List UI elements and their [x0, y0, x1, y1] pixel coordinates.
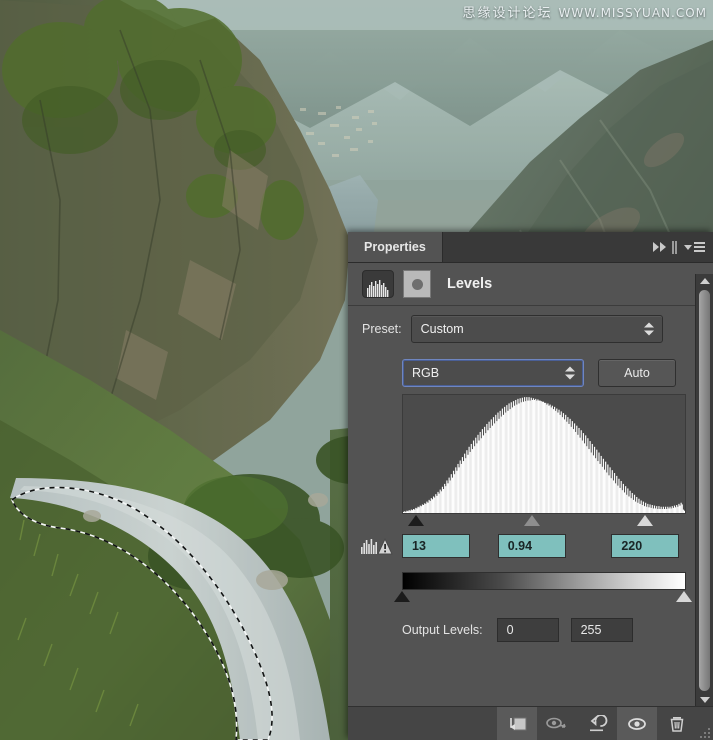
toggle-previous-state-button[interactable]	[537, 707, 577, 740]
stepper-arrows-icon	[565, 366, 575, 380]
histogram-chart[interactable]	[402, 394, 686, 514]
reset-adjustment-button[interactable]	[577, 707, 617, 740]
input-level-sliders	[402, 514, 684, 530]
toggle-visibility-button[interactable]	[617, 707, 657, 740]
scroll-up-arrow-icon[interactable]	[696, 274, 713, 288]
photoshop-screenshot: 思缘设计论坛 WWW.MISSYUAN.COM Properties Level…	[0, 0, 713, 740]
input-shadow-slider[interactable]	[408, 515, 425, 526]
channel-select[interactable]: RGB	[402, 359, 584, 387]
channel-row: RGB Auto	[348, 352, 713, 394]
layer-mask-thumbnail-icon[interactable]	[403, 270, 431, 298]
watermark: 思缘设计论坛 WWW.MISSYUAN.COM	[463, 2, 707, 21]
adjustment-title-row: Levels	[348, 263, 713, 306]
watermark-chinese: 思缘设计论坛	[462, 6, 553, 21]
panel-menu-icon[interactable]	[684, 242, 705, 252]
clip-to-layer-button[interactable]	[497, 707, 537, 740]
auto-button-label: Auto	[624, 366, 650, 380]
output-gradient-area	[394, 572, 692, 606]
auto-button[interactable]: Auto	[598, 359, 676, 387]
output-levels-label: Output Levels:	[402, 623, 483, 637]
preset-select[interactable]: Custom	[410, 315, 663, 343]
input-highlight-slider[interactable]	[637, 515, 654, 526]
panel-scrollbar[interactable]	[695, 274, 713, 707]
delete-adjustment-button[interactable]	[657, 707, 697, 740]
output-black-slider[interactable]	[394, 591, 410, 602]
double-chevron-right-icon[interactable]	[653, 242, 666, 252]
histogram-area	[402, 394, 686, 514]
output-white-slider[interactable]	[676, 591, 692, 602]
preset-label: Preset:	[362, 322, 402, 336]
panel-bottom-bar	[348, 706, 713, 740]
preset-row: Preset: Custom	[348, 306, 713, 352]
preset-value: Custom	[420, 322, 464, 336]
panel-grip-icon	[672, 240, 674, 254]
output-gradient-bar	[402, 572, 686, 590]
panel-body: Preset: Custom RGB Auto 13 0.94 220 Outp…	[348, 306, 713, 709]
output-level-sliders	[394, 590, 692, 606]
tab-properties-label: Properties	[364, 240, 426, 254]
input-highlight-field[interactable]: 220	[611, 534, 680, 558]
output-white-field[interactable]: 255	[570, 618, 633, 642]
levels-histogram-icon[interactable]	[362, 270, 394, 298]
tab-properties[interactable]: Properties	[348, 232, 443, 262]
histogram-clipping-warning-icon[interactable]	[360, 536, 396, 558]
scrollbar-thumb[interactable]	[699, 290, 710, 691]
panel-tab-controls	[645, 232, 713, 262]
input-midtone-slider[interactable]	[523, 515, 540, 526]
input-levels-row: 13 0.94 220	[348, 532, 713, 572]
stepper-arrows-icon	[643, 322, 654, 336]
output-black-field[interactable]: 0	[496, 618, 559, 642]
panel-resize-grip-icon[interactable]	[697, 706, 713, 740]
page-title: Levels	[447, 276, 493, 292]
properties-panel: Properties Levels Preset: Custom RGB Aut…	[348, 232, 713, 740]
channel-value: RGB	[412, 366, 440, 380]
panel-tab-bar: Properties	[348, 232, 713, 263]
input-shadow-field[interactable]: 13	[402, 534, 470, 558]
tab-bar-empty-space	[443, 232, 645, 262]
watermark-url: WWW.MISSYUAN.COM	[558, 6, 707, 20]
input-midtone-field[interactable]: 0.94	[497, 534, 566, 558]
output-levels-row: Output Levels: 0 255	[348, 610, 713, 650]
